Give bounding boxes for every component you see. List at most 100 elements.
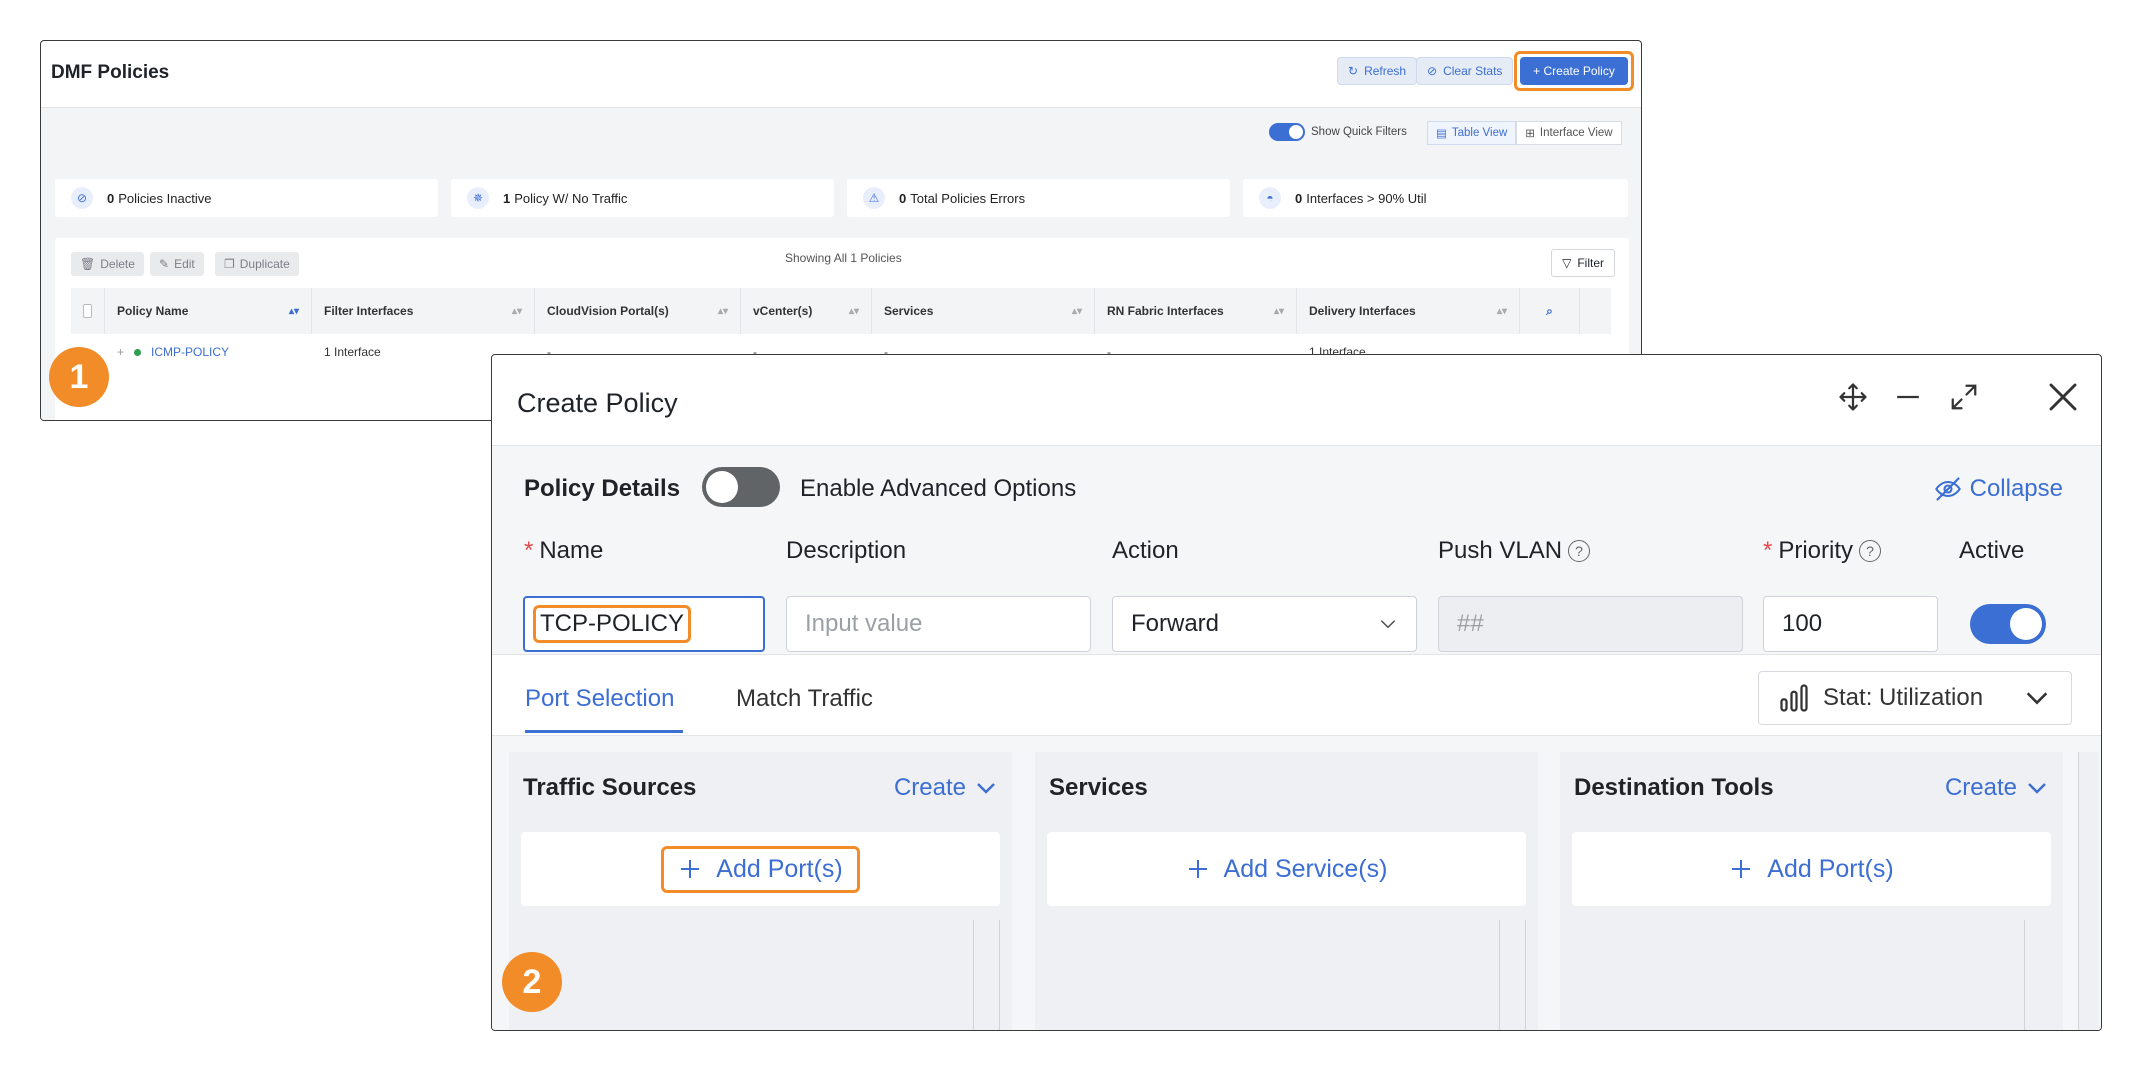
priority-input[interactable]: 100 (1763, 596, 1938, 652)
pencil-icon: ✎ (159, 257, 170, 271)
step-badge-2: 2 (502, 952, 562, 1012)
traffic-sources-add-area: Add Port(s) (521, 832, 1000, 906)
add-source-ports-button[interactable]: Add Port(s) (661, 845, 860, 893)
advanced-options-toggle[interactable] (702, 467, 780, 507)
help-icon[interactable]: ? (1568, 540, 1591, 562)
destination-tools-create-button[interactable]: Create (1945, 774, 2049, 802)
move-icon[interactable] (1833, 377, 1873, 417)
clear-stats-button[interactable]: ⊘ Clear Stats (1416, 57, 1514, 85)
duplicate-button[interactable]: ❐ Duplicate (215, 252, 299, 276)
push-vlan-label: Push VLAN? (1438, 537, 1591, 565)
interface-view-button[interactable]: ⊞ Interface View (1516, 121, 1622, 145)
name-input[interactable]: TCP-POLICY (523, 596, 765, 652)
grid-icon: ⊞ (1525, 128, 1535, 140)
advanced-options-label: Enable Advanced Options (800, 475, 1077, 502)
refresh-button[interactable]: ↻ Refresh (1337, 57, 1418, 85)
destination-tools-title: Destination Tools (1574, 774, 1774, 801)
scrollbar[interactable] (2078, 752, 2098, 1030)
edit-button[interactable]: ✎ Edit (150, 252, 204, 276)
name-value: TCP-POLICY (533, 605, 692, 643)
column-divider (973, 920, 974, 1030)
sort-icon: ▴▾ (511, 305, 522, 317)
col-cloudvision[interactable]: CloudVision Portal(s) ▴▾ (535, 288, 741, 334)
services-column: Services Add Service(s) (1035, 752, 1538, 1030)
help-icon[interactable]: ? (1859, 540, 1882, 562)
showing-count: Showing All 1 Policies (785, 251, 902, 265)
search-icon[interactable]: ⌕ (1520, 288, 1580, 334)
plus-icon (1188, 860, 1207, 878)
table-icon: ▤ (1436, 128, 1447, 140)
stat-policy-errors: ⚠ 0 Total Policies Errors (847, 179, 1230, 217)
action-select[interactable]: Forward (1112, 596, 1417, 652)
col-rn-fabric[interactable]: RN Fabric Interfaces ▴▾ (1095, 288, 1297, 334)
select-all-checkbox[interactable] (71, 288, 105, 334)
tab-match-traffic[interactable]: Match Traffic (736, 685, 873, 713)
traffic-sources-create-button[interactable]: Create (894, 774, 998, 802)
plus-icon (1732, 860, 1751, 878)
active-tab-indicator (525, 730, 683, 733)
description-label: Description (786, 537, 907, 564)
sort-icon: ▴▾ (288, 305, 299, 317)
chevron-down-icon (2026, 692, 2048, 705)
column-divider (1499, 920, 1500, 1030)
create-policy-button[interactable]: + Create Policy (1520, 57, 1628, 85)
sort-icon: ▴▾ (1496, 305, 1507, 317)
col-services[interactable]: Services ▴▾ (872, 288, 1095, 334)
add-destination-ports-button[interactable]: Add Port(s) (1715, 849, 1907, 890)
close-icon[interactable] (2043, 377, 2083, 417)
destination-tools-column: Destination Tools Create Add Port(s) (1560, 752, 2063, 1030)
add-services-button[interactable]: Add Service(s) (1172, 849, 1402, 890)
stat-select[interactable]: Stat: Utilization (1758, 671, 2072, 725)
page-title: DMF Policies (51, 62, 170, 83)
col-filter-interfaces[interactable]: Filter Interfaces ▴▾ (312, 288, 535, 334)
copy-icon: ❐ (224, 257, 235, 271)
sort-icon: ▴▾ (1273, 305, 1284, 317)
gauge-icon: ◓ (1259, 187, 1281, 209)
column-divider (1525, 920, 1526, 1030)
status-dot (134, 348, 142, 356)
stat-interfaces-util: ◓ 0 Interfaces > 90% Util (1243, 179, 1628, 217)
push-vlan-input[interactable]: ## (1438, 596, 1743, 652)
stat-policies-inactive: ⊘ 0 Policies Inactive (55, 179, 438, 217)
sort-icon: ▴▾ (1071, 305, 1082, 317)
step-badge-1: 1 (49, 347, 109, 407)
table-view-button[interactable]: ▤ Table View (1427, 121, 1517, 145)
trash-icon: 🗑 (80, 257, 96, 271)
sort-icon: ▴▾ (848, 305, 859, 317)
col-delivery[interactable]: Delivery Interfaces ▴▾ (1297, 288, 1520, 334)
policy-details-label: Policy Details (524, 475, 681, 502)
services-add-area: Add Service(s) (1047, 832, 1526, 906)
collapse-button[interactable]: Collapse (1934, 475, 2063, 503)
description-input[interactable]: Input value (786, 596, 1091, 652)
traffic-sources-column: Traffic Sources Create Add Port(s) (509, 752, 1012, 1030)
ban-icon: ⊘ (71, 187, 93, 209)
chevron-down-icon (2028, 783, 2046, 794)
modal-title: Create Policy (517, 388, 678, 418)
policy-details-section: Policy Details Enable Advanced Options C… (492, 446, 2101, 654)
sort-icon: ▴▾ (717, 305, 728, 317)
chevron-down-icon (977, 783, 995, 794)
filter-button[interactable]: ▽ Filter (1551, 249, 1615, 277)
expand-icon[interactable]: + (117, 345, 124, 359)
refresh-icon: ↻ (1348, 64, 1359, 78)
warning-icon: ⚠ (863, 187, 885, 209)
filter-icon: ▽ (1562, 256, 1572, 270)
stat-no-traffic: ✵ 1 Policy W/ No Traffic (451, 179, 834, 217)
quick-filters-toggle[interactable] (1269, 123, 1305, 141)
expand-icon[interactable] (1944, 377, 1984, 417)
tab-port-selection[interactable]: Port Selection (525, 685, 674, 713)
active-toggle[interactable] (1970, 604, 2046, 644)
plus-icon (681, 860, 700, 878)
ban-icon: ⊘ (1427, 64, 1438, 78)
create-policy-modal: Create Policy Policy Details Enable Adva… (491, 354, 2102, 1031)
col-policy-name[interactable]: Policy Name ▴▾ (105, 288, 312, 334)
policy-name-link[interactable]: ICMP-POLICY (151, 345, 229, 359)
minimize-icon[interactable] (1888, 377, 1928, 417)
name-label: * Name (524, 537, 604, 564)
bar-chart-icon (1780, 684, 1808, 712)
column-divider (2024, 920, 2025, 1030)
delete-button[interactable]: 🗑 Delete (71, 252, 144, 276)
col-vcenter[interactable]: vCenter(s) ▴▾ (741, 288, 872, 334)
action-label: Action (1112, 537, 1179, 564)
network-icon: ✵ (467, 187, 489, 209)
